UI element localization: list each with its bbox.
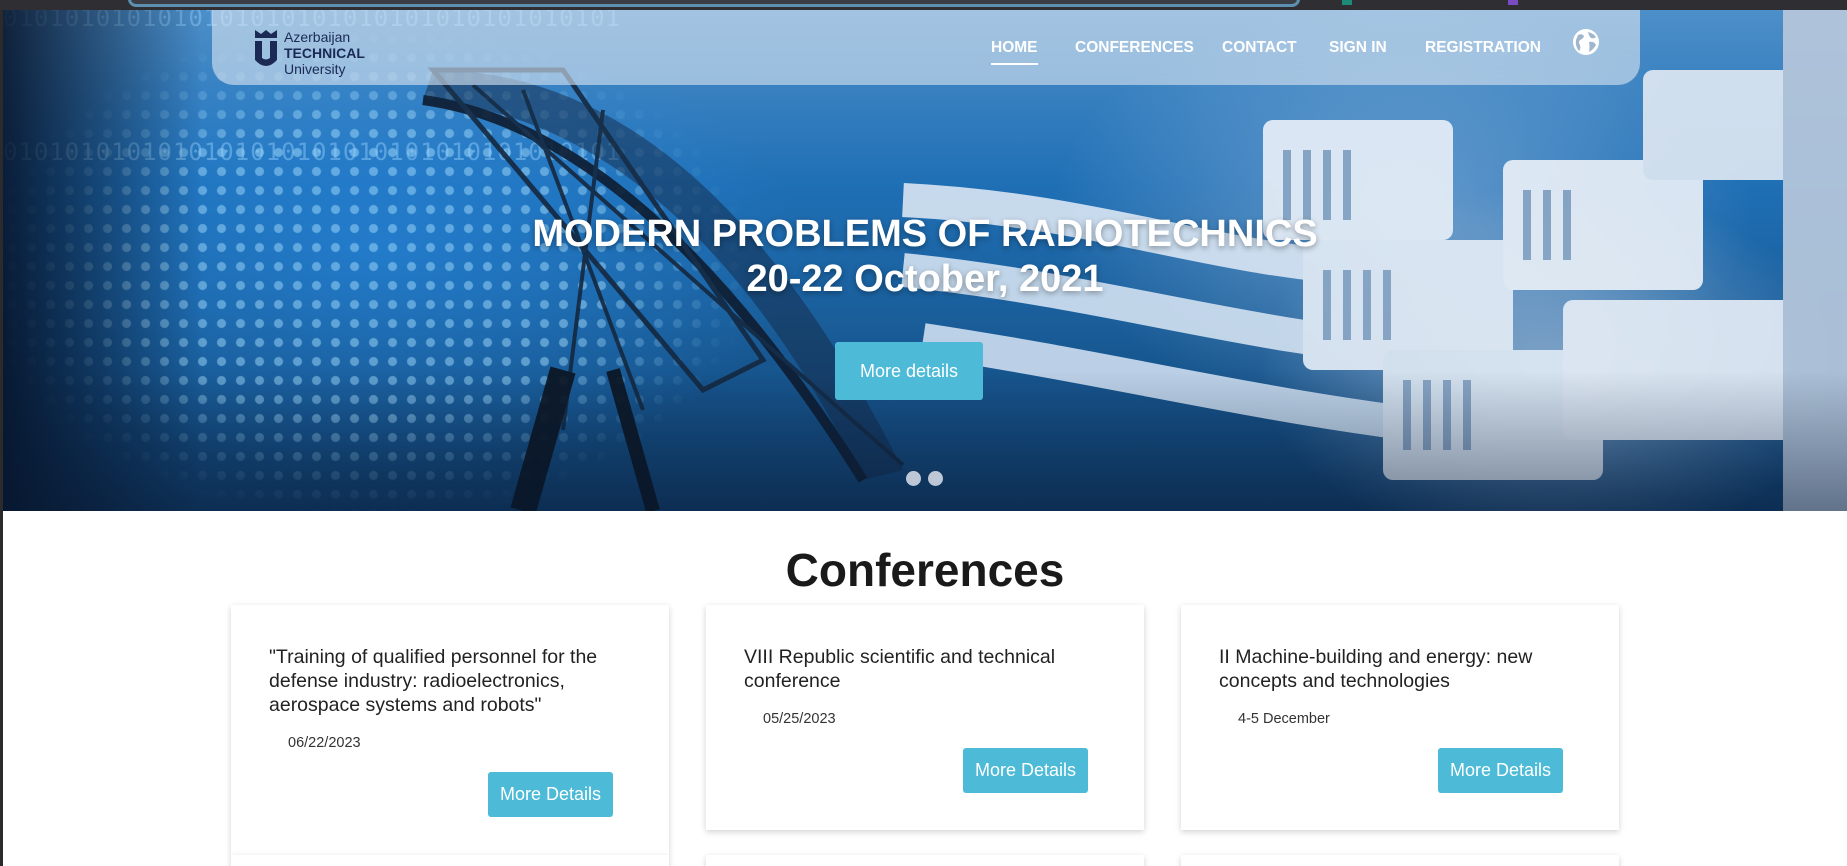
nav-registration[interactable]: REGISTRATION <box>1425 39 1541 57</box>
nav-sign-in[interactable]: SIGN IN <box>1329 39 1387 57</box>
conference-title[interactable]: VIII Republic scientific and technical c… <box>744 645 1116 693</box>
university-shield-icon <box>255 30 277 66</box>
conferences-heading: Conferences <box>785 544 1065 596</box>
conference-more-details-button[interactable]: More Details <box>1438 748 1563 793</box>
nav-conferences[interactable]: CONFERENCES <box>1075 39 1194 57</box>
conference-card <box>706 855 1144 866</box>
conference-more-details-button[interactable]: More Details <box>488 772 613 817</box>
conference-date: 05/25/2023 <box>763 711 836 727</box>
carousel-indicator-2[interactable] <box>928 471 943 486</box>
conference-title[interactable]: II Machine-building and energy: new conc… <box>1219 645 1591 693</box>
conference-card <box>1181 855 1619 866</box>
nav-contact[interactable]: CONTACT <box>1222 39 1297 57</box>
hero-more-details-button[interactable]: More details <box>835 342 983 400</box>
logo-text-line3: University <box>284 61 346 77</box>
globe-icon[interactable] <box>1572 28 1600 56</box>
address-bar[interactable] <box>128 0 1300 7</box>
university-logo[interactable]: Azerbaijan TECHNICAL University <box>254 28 374 78</box>
logo-text-line1: Azerbaijan <box>284 29 351 45</box>
conference-card: VIII Republic scientific and technical c… <box>706 605 1144 830</box>
conference-more-details-button[interactable]: More Details <box>963 748 1088 793</box>
conference-card: "Training of qualified personnel for the… <box>231 605 669 855</box>
hero-date: 20-22 October, 2021 <box>746 258 1104 300</box>
carousel-indicator-1[interactable] <box>906 471 921 486</box>
page: 0101010101010101010101010101010101010101… <box>3 10 1847 866</box>
conference-card: II Machine-building and energy: new conc… <box>1181 605 1619 830</box>
hero-carousel: 0101010101010101010101010101010101010101… <box>3 10 1847 511</box>
navbar: Azerbaijan TECHNICAL University HOME CON… <box>212 10 1640 85</box>
conference-date: 4-5 December <box>1238 711 1330 727</box>
nav-home[interactable]: HOME <box>991 39 1038 65</box>
browser-tab-indicator <box>1508 0 1518 5</box>
browser-chrome <box>0 0 1847 10</box>
browser-tab-indicator <box>1342 0 1352 5</box>
conference-card <box>231 855 669 866</box>
conference-date: 06/22/2023 <box>288 735 361 751</box>
logo-text-line2: TECHNICAL <box>284 45 365 61</box>
hero-title: MODERN PROBLEMS OF RADIOTECHNICS <box>532 213 1318 255</box>
conference-title[interactable]: "Training of qualified personnel for the… <box>269 645 641 717</box>
